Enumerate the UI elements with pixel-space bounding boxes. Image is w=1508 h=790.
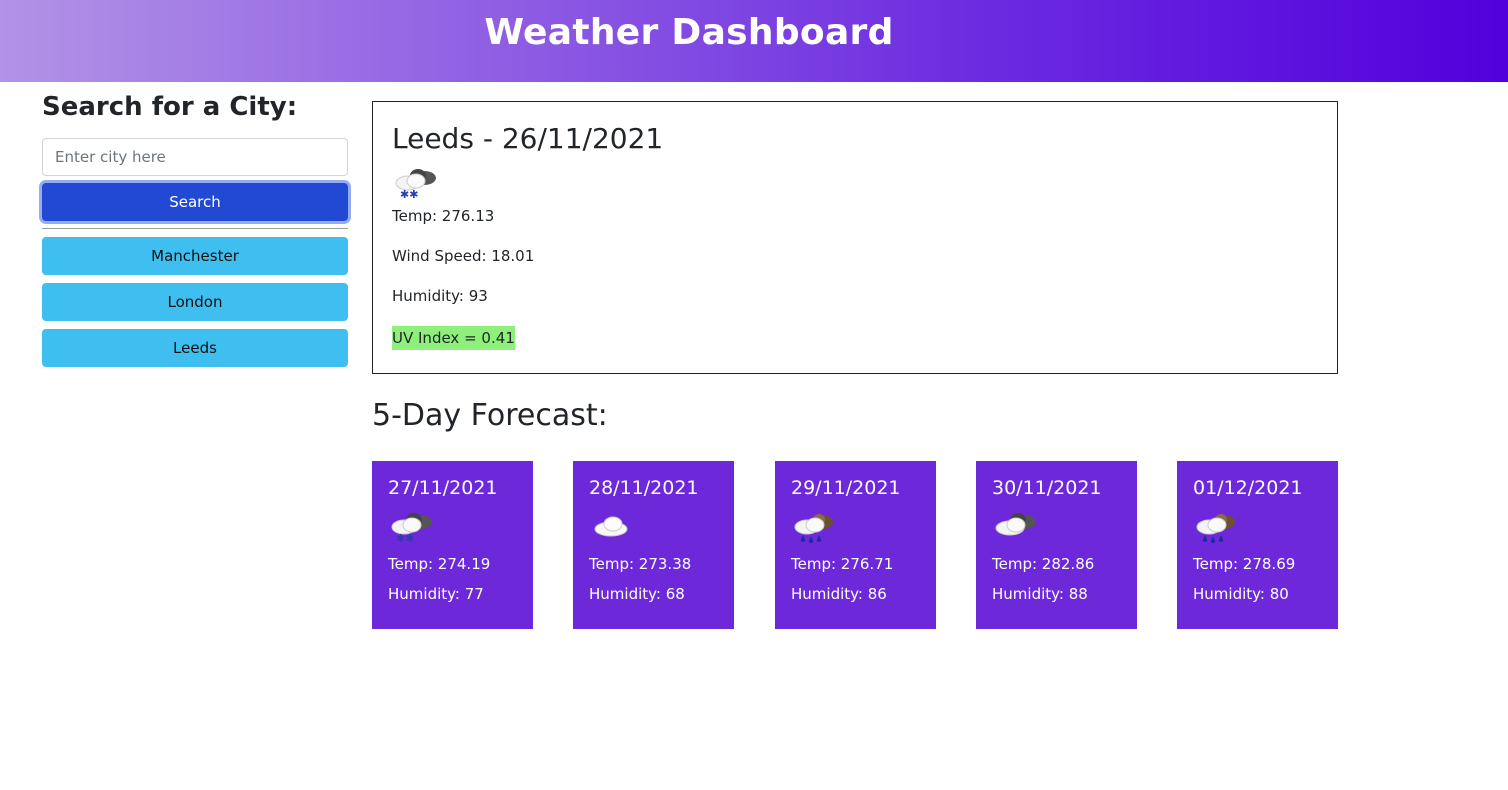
city-search-input[interactable] (42, 138, 348, 176)
forecast-date: 28/11/2021 (589, 477, 699, 499)
rain-cloud-icon (791, 509, 841, 547)
uv-index-badge: UV Index = 0.41 (392, 326, 515, 350)
forecast-heading: 5-Day Forecast: (372, 398, 608, 433)
history-button-london[interactable]: London (42, 283, 348, 321)
search-button[interactable]: Search (42, 183, 348, 221)
snow-cloud-icon: ✱✱ (388, 509, 438, 547)
forecast-card: 29/11/2021 Temp: 276.71 Humidity: 86 (775, 461, 936, 629)
forecast-date: 29/11/2021 (791, 477, 901, 499)
search-heading: Search for a City: (42, 92, 298, 122)
forecast-card: 27/11/2021 ✱✱ Temp: 274.19 Humidity: 77 (372, 461, 533, 629)
current-weather-panel: Leeds - 26/11/2021 ✱✱ Temp: 276.13 Wind … (372, 101, 1338, 374)
current-humidity: Humidity: 93 (392, 287, 488, 305)
forecast-temp: Temp: 276.71 (791, 555, 894, 573)
forecast-date: 01/12/2021 (1193, 477, 1303, 499)
svg-text:✱✱: ✱✱ (396, 532, 414, 545)
forecast-humidity: Humidity: 86 (791, 585, 887, 603)
forecast-card: 30/11/2021 Temp: 282.86 Humidity: 88 (976, 461, 1137, 629)
app-header: Weather Dashboard (0, 0, 1508, 82)
forecast-humidity: Humidity: 88 (992, 585, 1088, 603)
page-title: Weather Dashboard (484, 12, 894, 53)
history-button-manchester[interactable]: Manchester (42, 237, 348, 275)
divider (42, 228, 348, 229)
forecast-humidity: Humidity: 77 (388, 585, 484, 603)
rain-cloud-icon (1193, 509, 1243, 547)
forecast-temp: Temp: 282.86 (992, 555, 1095, 573)
forecast-temp: Temp: 273.38 (589, 555, 692, 573)
cloud-icon (589, 509, 639, 547)
history-button-leeds[interactable]: Leeds (42, 329, 348, 367)
forecast-humidity: Humidity: 68 (589, 585, 685, 603)
snow-cloud-icon: ✱✱ (392, 164, 444, 204)
forecast-date: 30/11/2021 (992, 477, 1102, 499)
forecast-card: 28/11/2021 Temp: 273.38 Humidity: 68 (573, 461, 734, 629)
forecast-humidity: Humidity: 80 (1193, 585, 1289, 603)
forecast-card: 01/12/2021 Temp: 278.69 Humidity: 80 (1177, 461, 1338, 629)
forecast-date: 27/11/2021 (388, 477, 498, 499)
svg-text:✱✱: ✱✱ (400, 188, 418, 201)
broken-clouds-icon (992, 509, 1042, 547)
forecast-cards: 27/11/2021 ✱✱ Temp: 274.19 Humidity: 77 … (372, 461, 1338, 629)
current-wind-speed: Wind Speed: 18.01 (392, 247, 535, 265)
current-city-title: Leeds - 26/11/2021 (392, 122, 664, 155)
forecast-temp: Temp: 278.69 (1193, 555, 1296, 573)
forecast-temp: Temp: 274.19 (388, 555, 491, 573)
current-temp: Temp: 276.13 (392, 207, 495, 225)
search-sidebar: Search for a City: Search Manchester Lon… (42, 90, 348, 367)
